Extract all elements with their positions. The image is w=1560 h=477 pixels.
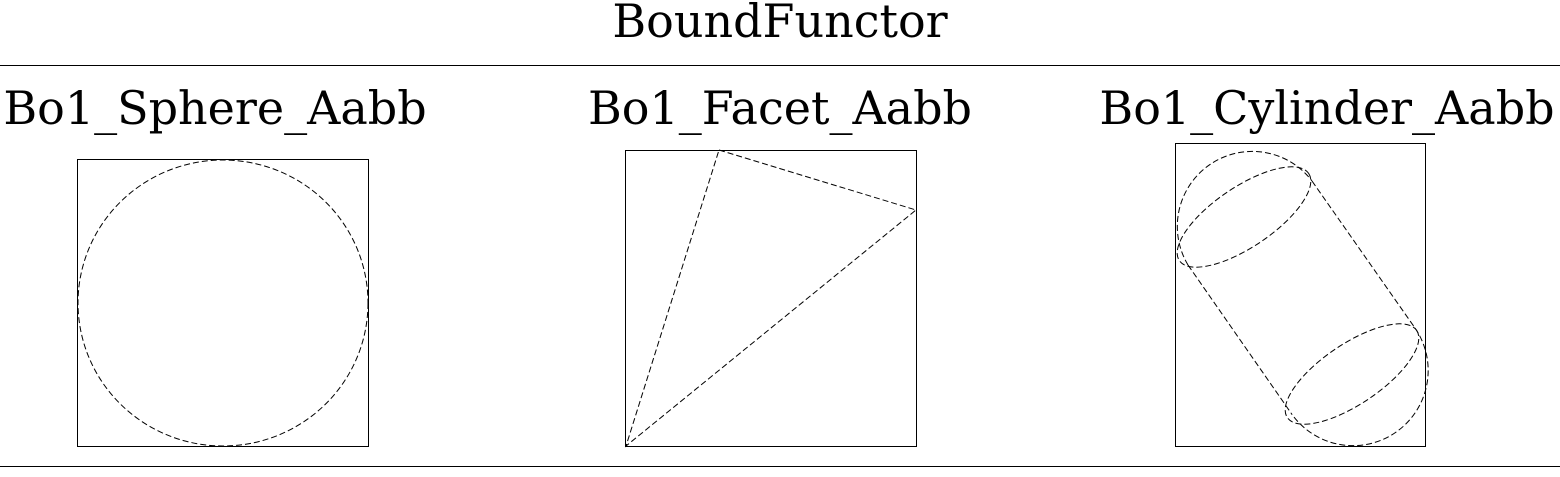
cylinder-bottom-cap: [1284, 323, 1420, 425]
cylinder-top-rounding: [1176, 150, 1313, 266]
sphere-aabb-panel: [77, 159, 369, 447]
sphere-bounding-box: [77, 159, 369, 447]
cylinder-bottom-rounding: [1290, 327, 1429, 447]
cylinder-side-left: [1187, 264, 1292, 414]
facet-bounding-box: [625, 150, 917, 447]
cylinder-bounding-box: [1175, 143, 1426, 447]
cylinder-aabb-panel: [1175, 143, 1429, 447]
cylinder-icon: [1176, 150, 1429, 447]
facet-aabb-panel: [625, 149, 918, 448]
diagram-canvas: [77, 143, 1429, 448]
bottom-divider: [0, 466, 1560, 467]
facet-triangle-icon: [625, 149, 918, 448]
sphere-icon: [77, 159, 369, 447]
cylinder-side-right: [1311, 180, 1416, 329]
